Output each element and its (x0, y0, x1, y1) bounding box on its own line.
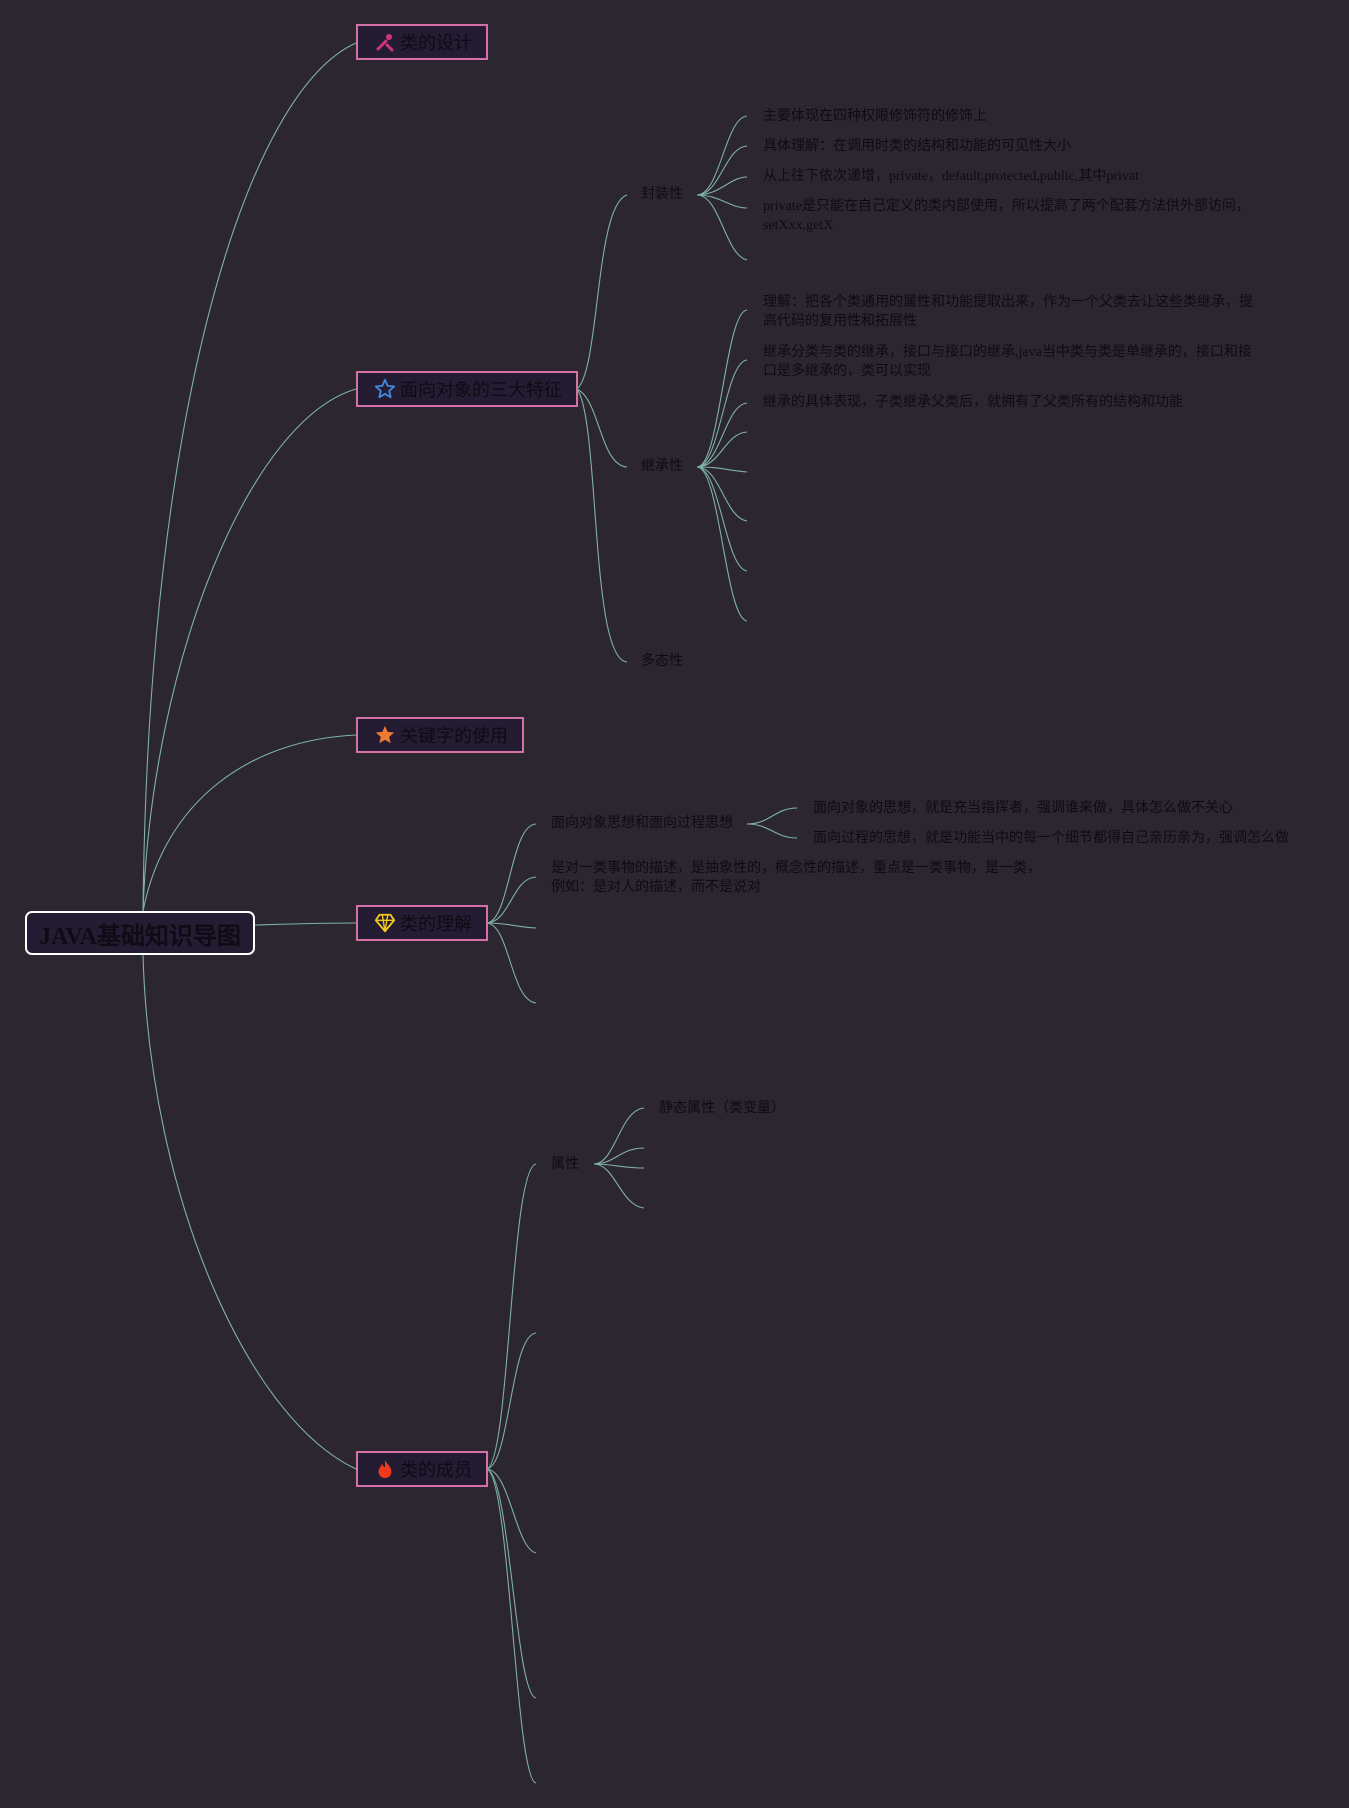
topic-label: 面向对象的三大特征 (400, 380, 562, 400)
connector (254, 922, 357, 926)
topic-class-members[interactable]: 类的成员 (356, 1451, 488, 1487)
connector (485, 1468, 537, 1699)
topic-keywords[interactable]: 关键字的使用 (356, 717, 524, 753)
topic-label: 类的理解 (400, 914, 472, 934)
leaf-inheritance-1[interactable]: 理解：把各个类通用的属性和功能提取出来，作为一个父类去让这些类继承，提高代码的复… (763, 293, 1263, 331)
star-filled-icon (374, 724, 396, 746)
connector (696, 466, 748, 622)
topic-label: 类的设计 (400, 33, 472, 53)
fire-icon (374, 1458, 396, 1480)
leaf-encapsulation-1[interactable]: 主要体现在四种权限修饰符的修饰上 (763, 107, 987, 126)
connector (485, 1468, 537, 1784)
root-node[interactable]: JAVA基础知识导图 (25, 911, 255, 955)
root-title: JAVA基础知识导图 (39, 923, 241, 950)
node-polymorphism[interactable]: 多态性 (641, 652, 683, 671)
connector (696, 194, 748, 261)
topic-label: 类的成员 (400, 1460, 472, 1480)
connector (696, 466, 748, 522)
connector (696, 115, 748, 196)
node-inheritance[interactable]: 继承性 (641, 457, 683, 476)
topic-class-understanding[interactable]: 类的理解 (356, 905, 488, 941)
connector (485, 876, 537, 924)
diamond-icon (374, 912, 396, 934)
tools-icon (374, 31, 396, 53)
node-encapsulation[interactable]: 封装性 (641, 185, 683, 204)
connector-lines (142, 42, 798, 1784)
connector (576, 388, 628, 468)
connector (142, 734, 357, 912)
connector (485, 1163, 537, 1470)
connector (142, 388, 357, 912)
star-outline-icon (374, 378, 396, 400)
connector (696, 309, 748, 468)
connector (696, 466, 748, 572)
topic-label: 关键字的使用 (400, 726, 508, 746)
leaf-class-desc[interactable]: 是对一类事物的描述，是抽象性的，概念性的描述，重点是一类事物，是一类，例如：是对… (551, 859, 1051, 897)
connector (576, 194, 628, 390)
node-attribute[interactable]: 属性 (551, 1155, 579, 1174)
connector (485, 823, 537, 924)
connector (746, 807, 798, 825)
connector (696, 402, 748, 468)
connector (142, 954, 357, 1470)
connector (576, 388, 628, 663)
connector (485, 1332, 537, 1470)
mind-map: JAVA基础知识导图 类的设计 面向对象的三大特征 关键字的使用 类的理解 类的… (0, 0, 1349, 1808)
connector (746, 823, 798, 839)
leaf-static-attribute[interactable]: 静态属性（类变量） (659, 1099, 785, 1118)
connector (485, 922, 537, 1004)
topic-class-design[interactable]: 类的设计 (356, 24, 488, 60)
leaf-inheritance-3[interactable]: 继承的具体表现，子类继承父类后，就拥有了父类所有的结构和功能 (763, 393, 1183, 412)
node-thought[interactable]: 面向对象思想和面向过程思想 (551, 814, 733, 833)
leaf-thought-2[interactable]: 面向过程的思想，就是功能当中的每一个细节都得自己亲历亲为，强调怎么做 (813, 829, 1289, 848)
connector (593, 1163, 645, 1209)
leaf-encapsulation-2[interactable]: 具体理解：在调用时类的结构和功能的可见性大小 (763, 137, 1071, 156)
connector (142, 42, 357, 912)
topic-oop-features[interactable]: 面向对象的三大特征 (356, 371, 578, 407)
leaf-encapsulation-3[interactable]: 从上往下依次递增，private，default,protected,publi… (763, 167, 1139, 186)
leaf-thought-1[interactable]: 面向对象的思想，就是充当指挥者，强调谁来做，具体怎么做不关心 (813, 799, 1233, 818)
leaf-encapsulation-4[interactable]: private是只能在自己定义的类内部使用，所以提高了两个配套方法供外部访问，s… (763, 197, 1263, 235)
leaf-inheritance-2[interactable]: 继承分类与类的继承，接口与接口的继承,java当中类与类是单继承的，接口和接口是… (763, 343, 1263, 381)
